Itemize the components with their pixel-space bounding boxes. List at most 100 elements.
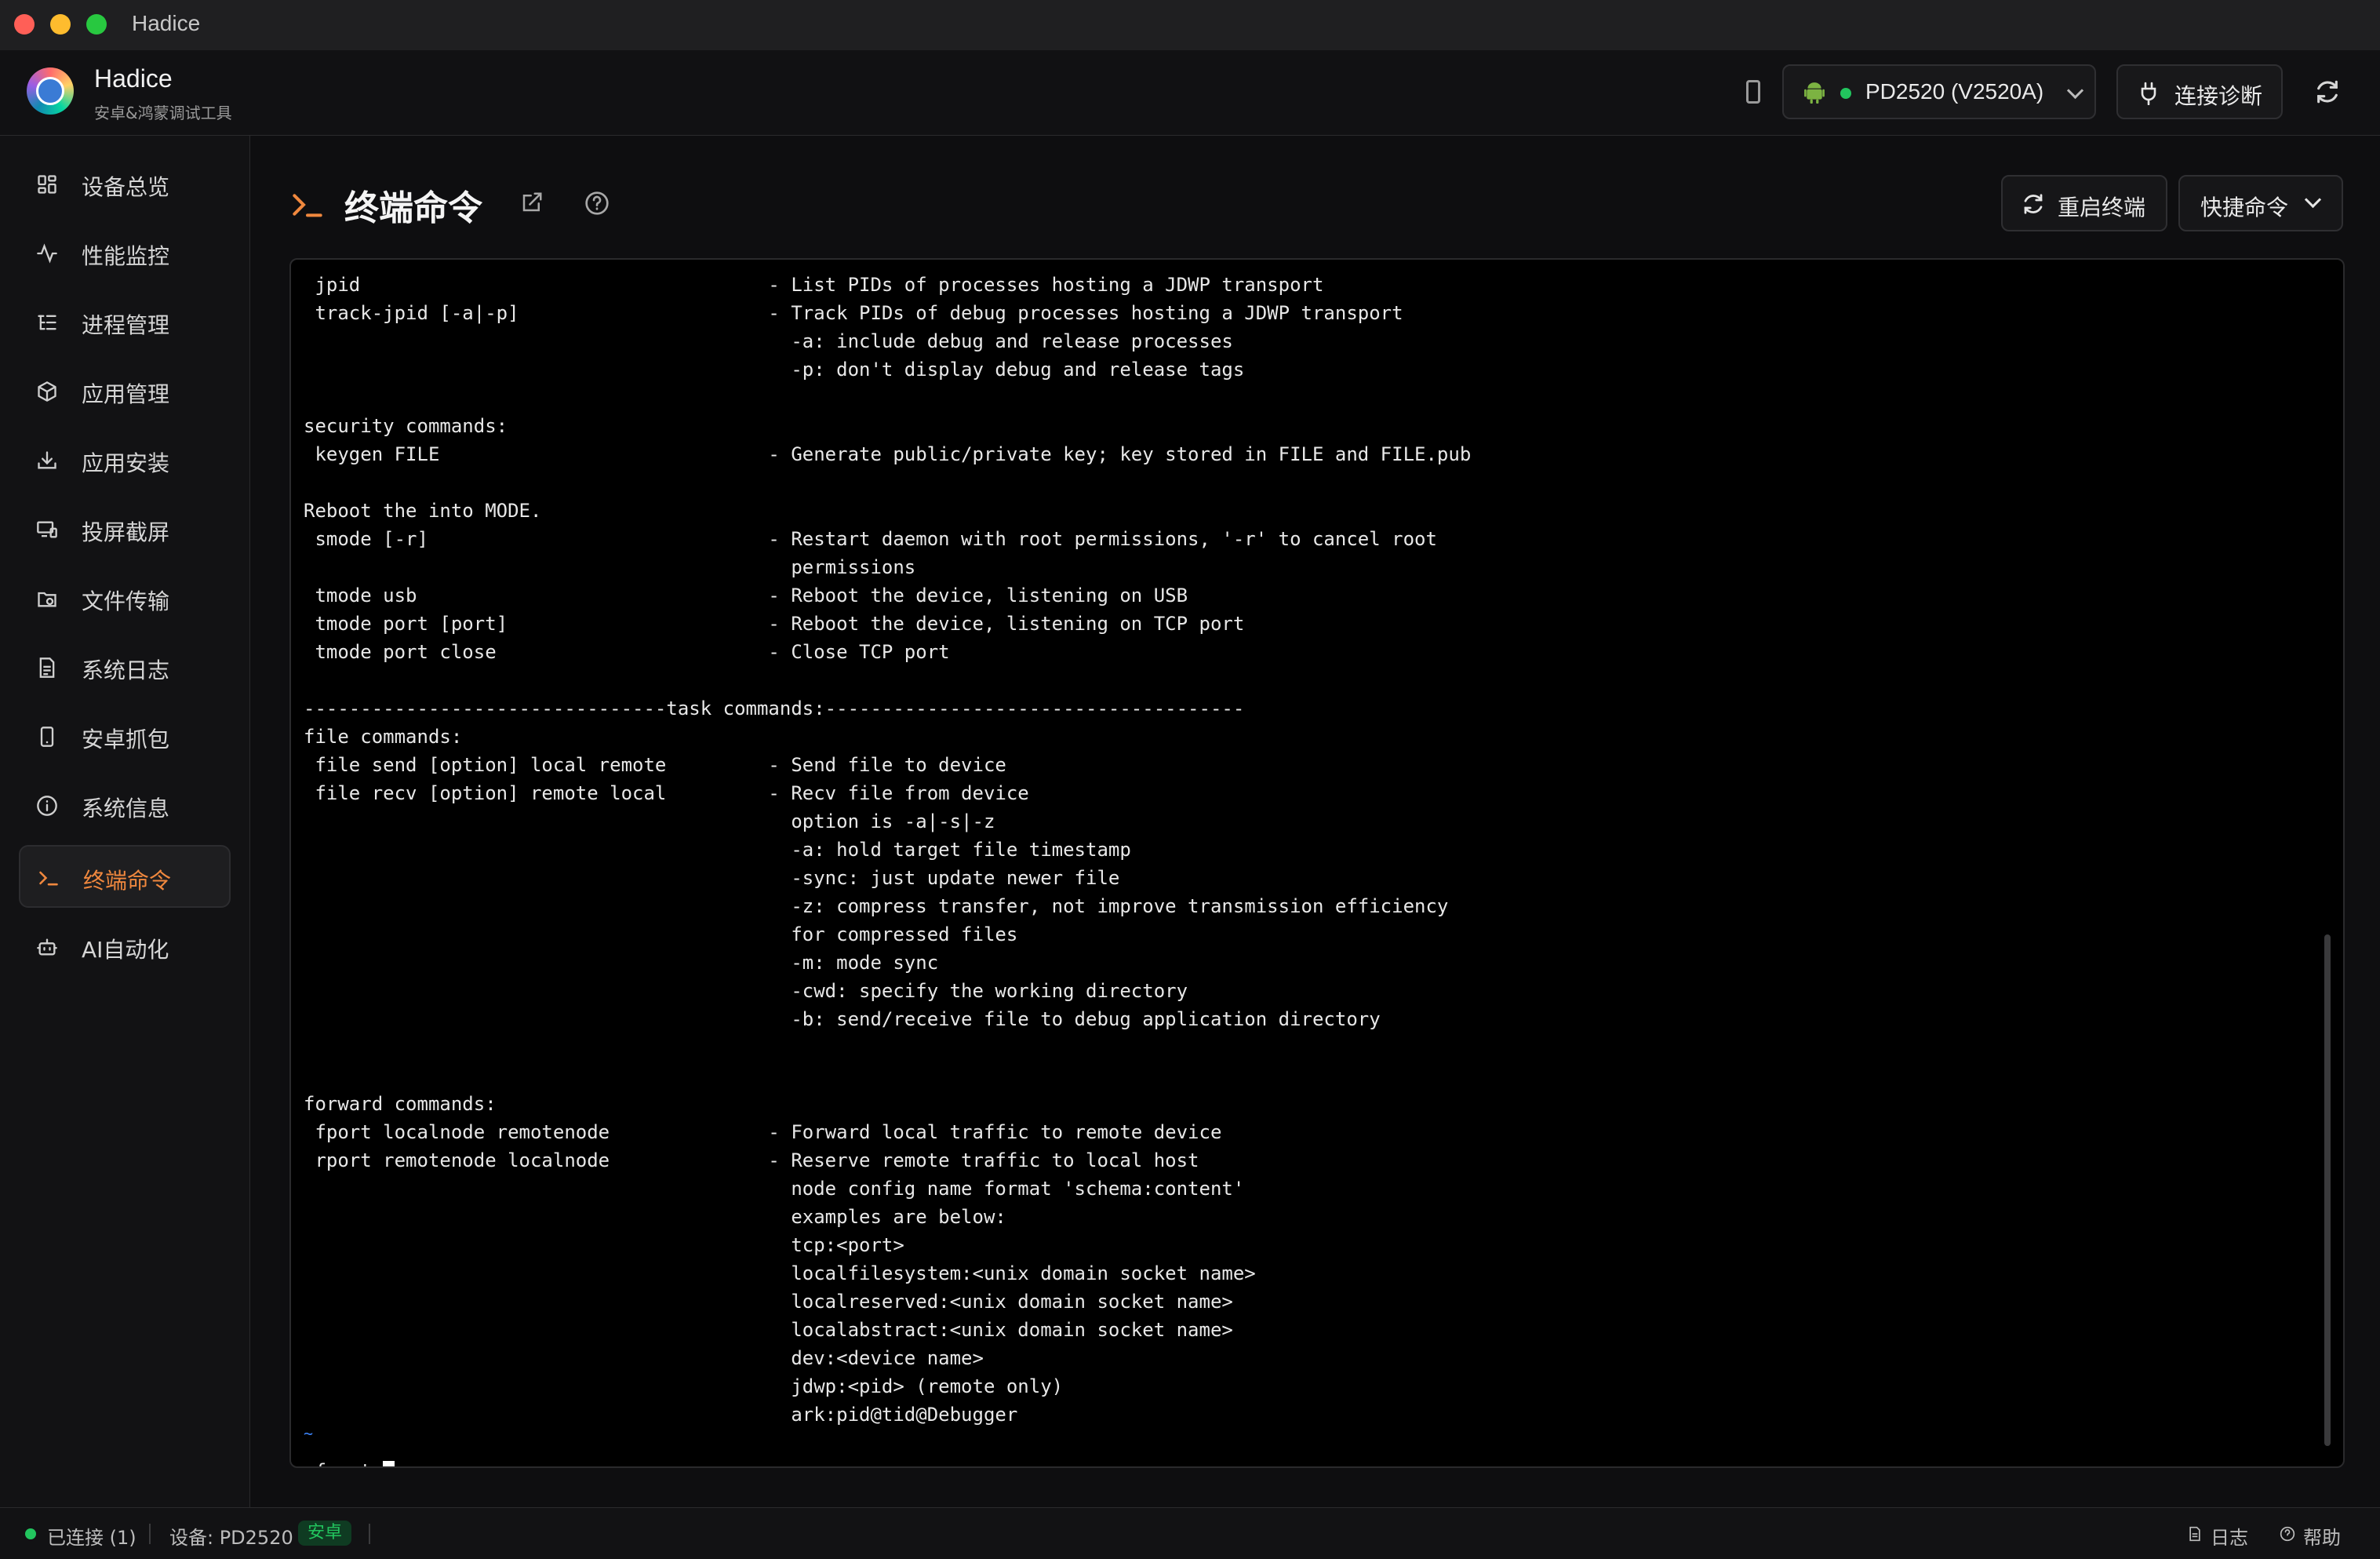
terminal-output[interactable]: jpid - List PIDs of processes hosting a … — [289, 258, 2345, 1468]
terminal-line: ark:pid@tid@Debugger — [791, 1404, 1018, 1426]
connection-diagnose-label: 连接诊断 — [2174, 83, 2263, 109]
terminal-line: tmode usb - Reboot the device, listening… — [315, 585, 1188, 606]
terminal-scrollbar[interactable] — [2324, 934, 2331, 1446]
terminal-line: localreserved:<unix domain socket name> — [791, 1291, 1233, 1313]
phone-icon[interactable] — [1746, 80, 1760, 104]
log-button[interactable]: 日志 — [2211, 1522, 2248, 1550]
smartphone-icon — [40, 727, 54, 747]
chevron-down-icon — [2304, 191, 2322, 209]
status-device: 设备: PD2520 — [169, 1527, 293, 1549]
sidebar-item-label: 文件传输 — [82, 588, 170, 614]
chevron-down-icon — [2066, 82, 2084, 100]
terminal-line: -p: don't display debug and release tags — [791, 359, 1245, 381]
window-titlebar: Hadice — [0, 0, 2380, 51]
quick-commands-label: 快捷命令 — [2200, 195, 2289, 220]
restart-terminal-button[interactable]: 重启终端 — [2001, 175, 2167, 231]
app-header: Hadice 安卓&鸿蒙调试工具 PD2520 (V2520A) 连接诊断 — [0, 50, 2380, 136]
bot-icon — [37, 938, 57, 956]
terminal-line: fport localnode remotenode - Forward loc… — [315, 1121, 1222, 1143]
sidebar-item-label: 终端命令 — [83, 868, 172, 894]
sidebar-item-screen-cast[interactable]: 投屏截屏 — [19, 498, 231, 561]
file-text-icon — [2189, 1526, 2200, 1542]
sidebar-item-packet-capture[interactable]: 安卓抓包 — [19, 705, 231, 768]
sidebar-item-device-overview[interactable]: 设备总览 — [19, 153, 231, 216]
sidebar-item-label: 投屏截屏 — [82, 519, 170, 545]
divider — [149, 1524, 151, 1544]
info-icon — [37, 796, 57, 816]
folder-sync-icon — [38, 592, 56, 607]
terminal-line: file recv [option] remote local - Recv f… — [315, 782, 1029, 804]
sidebar-item-app-management[interactable]: 应用管理 — [19, 360, 231, 423]
sidebar-item-process[interactable]: 进程管理 — [19, 291, 231, 354]
sidebar-item-file-transfer[interactable]: 文件传输 — [19, 567, 231, 630]
minimize-window-button[interactable] — [50, 14, 71, 35]
terminal-line: rport remotenode localnode - Reserve rem… — [315, 1149, 1199, 1171]
sidebar-item-label: 安卓抓包 — [82, 727, 170, 752]
terminal-line: jdwp:<pid> (remote only) — [791, 1375, 1064, 1397]
platform-badge: 安卓 — [298, 1521, 352, 1546]
terminal-line: tmode port close - Close TCP port — [315, 641, 950, 663]
terminal-line: permissions — [791, 556, 916, 578]
terminal-line: security commands: — [304, 415, 508, 437]
device-select-label: PD2520 (V2520A) — [1865, 79, 2044, 104]
main-content: 终端命令 重启终端 快捷命令 jpid - List PIDs of proce… — [250, 136, 2380, 1507]
sidebar-item-terminal[interactable]: 终端命令 — [19, 845, 231, 908]
terminal-line: smode [-r] - Restart daemon with root pe… — [315, 528, 1437, 550]
terminal-text: jpid - List PIDs of processes hosting a … — [304, 271, 1471, 1466]
sidebar-item-system-log[interactable]: 系统日志 — [19, 636, 231, 699]
download-icon — [38, 451, 56, 469]
help-button[interactable]: 帮助 — [2303, 1522, 2341, 1550]
refresh-icon — [2024, 194, 2043, 214]
sidebar-item-label: 系统信息 — [82, 796, 170, 821]
terminal-icon — [293, 194, 322, 217]
terminal-line: Reboot the into MODE. — [304, 500, 542, 522]
sidebar-item-label: 应用管理 — [82, 381, 170, 407]
list-tree-icon — [38, 315, 56, 330]
app-name: Hadice — [94, 64, 173, 93]
close-window-button[interactable] — [14, 14, 35, 35]
grid-icon — [38, 175, 56, 194]
app-subtitle: 安卓&鸿蒙调试工具 — [94, 104, 232, 122]
connection-diagnose-button[interactable]: 连接诊断 — [2116, 64, 2283, 119]
device-select[interactable]: PD2520 (V2520A) — [1782, 64, 2096, 119]
terminal-tilde: ~ — [304, 1424, 314, 1443]
terminal-line: option is -a|-s|-z — [791, 810, 995, 832]
terminal-line: file commands: — [304, 726, 463, 748]
terminal-line: jpid - List PIDs of processes hosting a … — [315, 274, 1324, 296]
sidebar-item-label: 系统日志 — [82, 657, 170, 683]
connection-status: 已连接 (1) — [47, 1527, 136, 1549]
terminal-line: localfilesystem:<unix domain socket name… — [791, 1262, 1256, 1284]
cast-icon — [37, 521, 57, 538]
quick-commands-dropdown[interactable]: 快捷命令 — [2178, 175, 2343, 231]
terminal-line: track-jpid [-a|-p] - Track PIDs of debug… — [315, 302, 1403, 324]
terminal-line: dev:<device name> — [791, 1347, 984, 1369]
sidebar-item-ai-automation[interactable]: AI自动化 — [19, 916, 231, 978]
terminal-cursor: % — [383, 1461, 395, 1466]
restart-terminal-label: 重启终端 — [2058, 195, 2146, 220]
sidebar-item-app-install[interactable]: 应用安装 — [19, 429, 231, 492]
terminal-line: -a: include debug and release processes — [791, 330, 1233, 352]
sidebar: 设备总览 性能监控 进程管理 应用管理 应用安装 投屏截屏 文件传输 系统日志 … — [0, 136, 250, 1507]
terminal-line: forward commands: — [304, 1093, 497, 1115]
sidebar-item-performance[interactable]: 性能监控 — [19, 222, 231, 285]
package-icon — [38, 381, 56, 402]
terminal-line: for compressed files — [791, 923, 1018, 945]
terminal-line: --------------------------------task com… — [304, 698, 1245, 719]
sidebar-item-label: AI自动化 — [82, 937, 169, 963]
terminal-line: -a: hold target file timestamp — [791, 839, 1131, 861]
divider — [369, 1524, 370, 1544]
sidebar-item-label: 性能监控 — [82, 243, 170, 269]
help-circle-icon[interactable] — [584, 191, 610, 216]
terminal-line: keygen FILE - Generate public/private ke… — [315, 443, 1472, 465]
sidebar-item-label: 进程管理 — [82, 312, 170, 338]
terminal-lines: jpid - List PIDs of processes hosting a … — [304, 274, 1471, 1426]
android-icon — [1804, 82, 1825, 104]
external-link-icon[interactable] — [520, 191, 544, 214]
sidebar-item-system-info[interactable]: 系统信息 — [19, 774, 231, 837]
window-title: Hadice — [132, 11, 201, 35]
refresh-icon[interactable] — [2314, 78, 2341, 105]
device-status-dot — [1840, 88, 1851, 99]
terminal-line: -b: send/receive file to debug applicati… — [791, 1008, 1381, 1030]
zoom-window-button[interactable] — [86, 14, 107, 35]
sidebar-item-label: 应用安装 — [82, 450, 170, 476]
